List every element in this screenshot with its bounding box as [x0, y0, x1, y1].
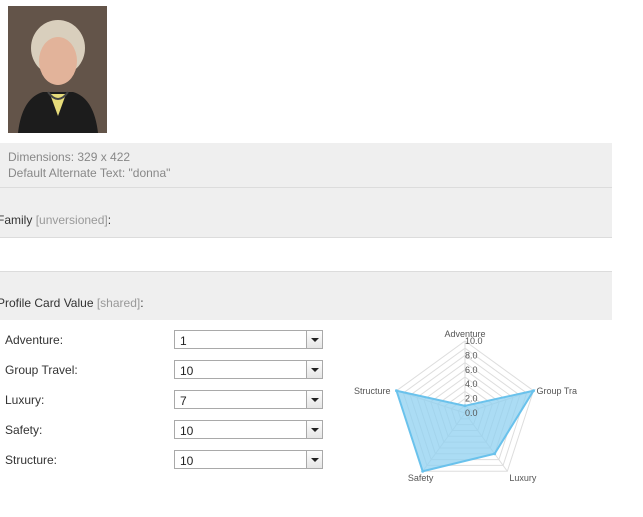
safety-select[interactable]: 10 — [174, 420, 323, 439]
structure-label: Structure: — [5, 453, 58, 467]
luxury-select[interactable]: 7 — [174, 390, 323, 409]
safety-label: Safety: — [5, 423, 43, 437]
structure-select[interactable]: 10 — [174, 450, 323, 469]
radar-tick-label: 4.0 — [465, 379, 478, 389]
radar-tick-label: 0.0 — [465, 408, 478, 418]
adventure-select[interactable]: 1 — [174, 330, 323, 349]
chevron-down-icon[interactable] — [306, 421, 322, 438]
radar-point — [531, 389, 535, 393]
radar-point — [395, 389, 399, 393]
image-meta-panel: Dimensions: 329 x 422 Default Alternate … — [0, 143, 612, 188]
profile-card-field-label: Profile Card Value [shared]: — [0, 296, 144, 310]
image-dimensions: Dimensions: 329 x 422 — [8, 150, 131, 164]
radar-tick-label: 2.0 — [465, 394, 478, 404]
chevron-down-icon[interactable] — [306, 331, 322, 348]
family-field-body — [0, 238, 612, 272]
radar-tick-label: 8.0 — [465, 350, 478, 360]
chevron-down-icon[interactable] — [306, 391, 322, 408]
group-travel-label: Group Travel: — [5, 363, 78, 377]
luxury-label: Luxury: — [5, 393, 45, 407]
radar-axis-label: Group Tra — [536, 386, 577, 396]
image-alt-text: Default Alternate Text: "donna" — [8, 166, 171, 180]
radar-tick-label: 6.0 — [465, 365, 478, 375]
radar-axis-label: Structure — [354, 386, 391, 396]
chevron-down-icon[interactable] — [306, 361, 322, 378]
radar-chart: 0.02.04.06.08.010.0AdventureGroup TraLux… — [354, 329, 577, 483]
radar-axis-label: Luxury — [509, 473, 537, 483]
radar-point — [493, 452, 497, 456]
profile-card-field-header: Profile Card Value [shared]: — [0, 272, 612, 320]
chevron-down-icon[interactable] — [306, 451, 322, 468]
group-travel-select[interactable]: 10 — [174, 360, 323, 379]
adventure-label: Adventure: — [5, 333, 64, 347]
radar-point — [463, 404, 467, 408]
radar-axis-label: Safety — [408, 473, 434, 483]
family-field-header: Family [unversioned]: — [0, 188, 612, 238]
family-field-label: Family [unversioned]: — [0, 213, 112, 227]
profile-photo — [8, 6, 107, 133]
radar-axis-label: Adventure — [444, 329, 485, 339]
